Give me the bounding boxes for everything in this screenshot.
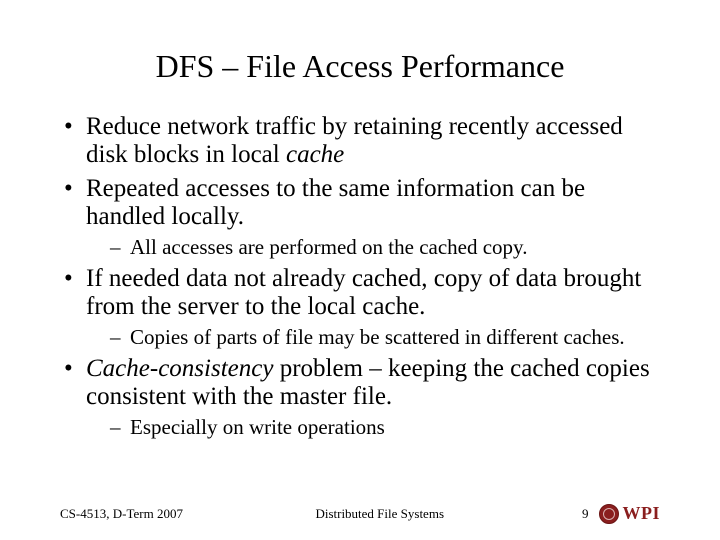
bullet-italic: cache [286, 141, 344, 168]
bullet-text: If needed data not already cached, copy … [86, 265, 641, 320]
bullet-item: If needed data not already cached, copy … [60, 265, 660, 349]
footer-center: Distributed File Systems [183, 506, 577, 522]
slide-title: DFS – File Access Performance [60, 48, 660, 85]
logo-text: WPI [623, 503, 661, 524]
bullet-item: Repeated accesses to the same informatio… [60, 175, 660, 259]
page-number: 9 [577, 506, 589, 522]
sub-list: Copies of parts of file may be scattered… [86, 325, 660, 349]
seal-icon [599, 504, 619, 524]
bullet-italic: Cache-consistency [86, 355, 273, 382]
bullet-text: Reduce network traffic by retaining rece… [86, 113, 623, 168]
bullet-item: Cache-consistency problem – keeping the … [60, 355, 660, 439]
sub-list: All accesses are performed on the cached… [86, 235, 660, 259]
sub-list: Especially on write operations [86, 415, 660, 439]
slide: DFS – File Access Performance Reduce net… [0, 0, 720, 540]
wpi-logo: WPI [599, 503, 661, 524]
bullet-item: Reduce network traffic by retaining rece… [60, 113, 660, 169]
sub-item: Copies of parts of file may be scattered… [86, 325, 660, 349]
sub-item: All accesses are performed on the cached… [86, 235, 660, 259]
footer-right: 9 WPI [577, 503, 661, 524]
sub-item: Especially on write operations [86, 415, 660, 439]
bullet-list: Reduce network traffic by retaining rece… [60, 113, 660, 439]
bullet-text: Repeated accesses to the same informatio… [86, 175, 585, 230]
footer-left: CS-4513, D-Term 2007 [60, 506, 183, 522]
footer: CS-4513, D-Term 2007 Distributed File Sy… [0, 503, 720, 524]
